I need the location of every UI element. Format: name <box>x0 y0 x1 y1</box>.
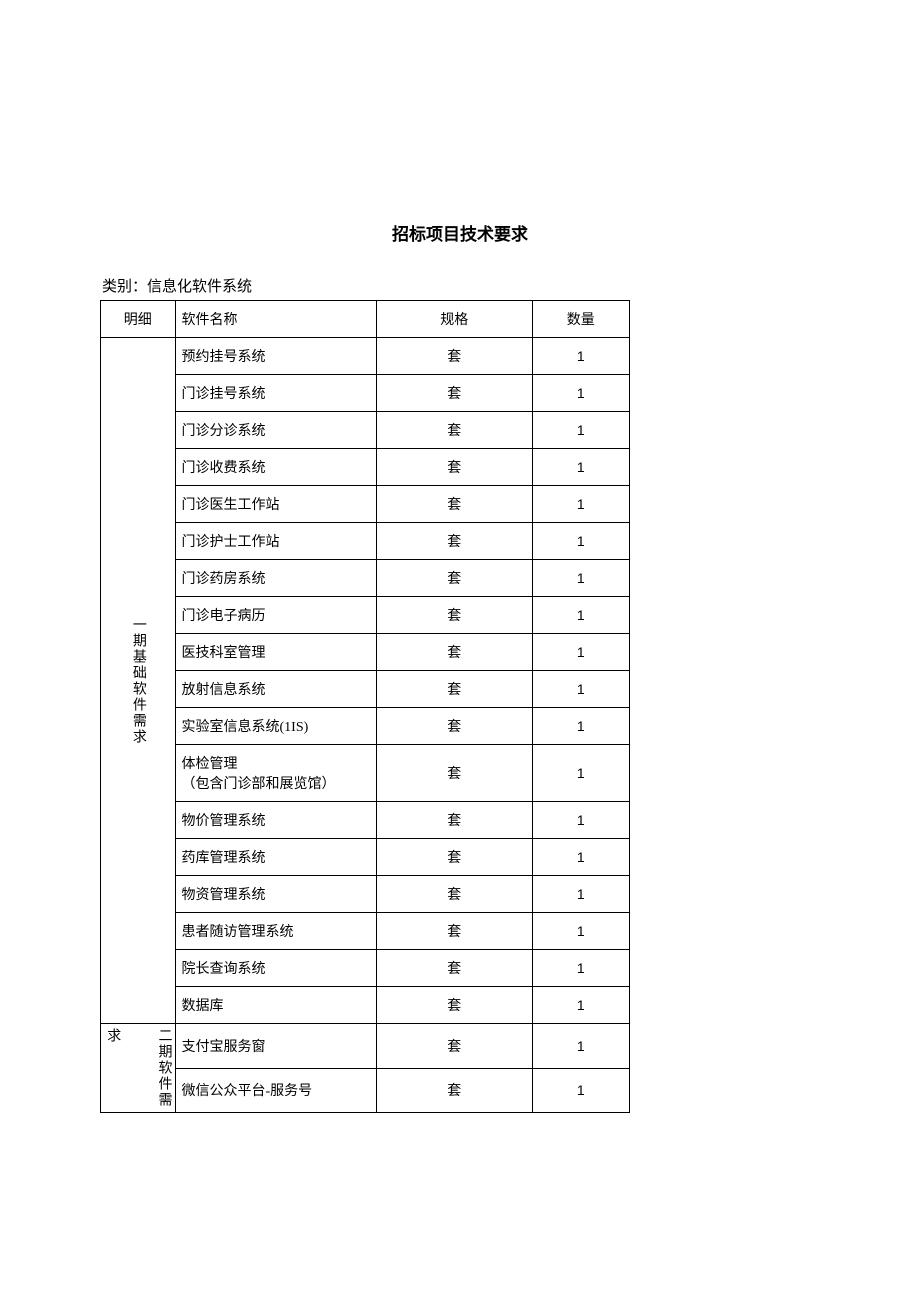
quantity: 1 <box>532 1068 629 1113</box>
table-row: 一期基础软件需求预约挂号系统套1 <box>101 338 630 375</box>
software-name: 院长查询系统 <box>175 950 376 987</box>
table-row: 门诊电子病历套1 <box>101 597 630 634</box>
group-label-phase1: 一期基础软件需求 <box>101 338 176 1024</box>
table-row: 数据库套1 <box>101 987 630 1024</box>
quantity: 1 <box>532 338 629 375</box>
quantity: 1 <box>532 950 629 987</box>
quantity: 1 <box>532 560 629 597</box>
software-name: 预约挂号系统 <box>175 338 376 375</box>
quantity: 1 <box>532 671 629 708</box>
table-row: 院长查询系统套1 <box>101 950 630 987</box>
quantity: 1 <box>532 597 629 634</box>
software-name: 医技科室管理 <box>175 634 376 671</box>
document-page: 招标项目技术要求 类别：信息化软件系统 明细 软件名称 规格 数量 一期基础软件… <box>0 0 920 1173</box>
table-row: 门诊药房系统套1 <box>101 560 630 597</box>
software-name: 实验室信息系统(1IS) <box>175 708 376 745</box>
header-qty: 数量 <box>532 301 629 338</box>
table-row: 求二期软件需支付宝服务窗套1 <box>101 1024 630 1069</box>
quantity: 1 <box>532 913 629 950</box>
spec: 套 <box>376 987 532 1024</box>
spec: 套 <box>376 338 532 375</box>
software-name: 体检管理（包含门诊部和展览馆） <box>175 745 376 802</box>
table-body: 一期基础软件需求预约挂号系统套1门诊挂号系统套1门诊分诊系统套1门诊收费系统套1… <box>101 338 630 1113</box>
spec: 套 <box>376 560 532 597</box>
quantity: 1 <box>532 839 629 876</box>
spec: 套 <box>376 913 532 950</box>
spec: 套 <box>376 950 532 987</box>
software-name: 数据库 <box>175 987 376 1024</box>
table-row: 医技科室管理套1 <box>101 634 630 671</box>
table-row: 物价管理系统套1 <box>101 802 630 839</box>
table-row: 门诊收费系统套1 <box>101 449 630 486</box>
category-line: 类别：信息化软件系统 <box>102 275 820 296</box>
table-row: 门诊分诊系统套1 <box>101 412 630 449</box>
software-name: 门诊挂号系统 <box>175 375 376 412</box>
spec: 套 <box>376 1068 532 1113</box>
quantity: 1 <box>532 449 629 486</box>
header-spec: 规格 <box>376 301 532 338</box>
spec: 套 <box>376 486 532 523</box>
spec: 套 <box>376 708 532 745</box>
quantity: 1 <box>532 375 629 412</box>
table-row: 微信公众平台-服务号套1 <box>101 1068 630 1113</box>
table-row: 门诊医生工作站套1 <box>101 486 630 523</box>
group-label-phase2-left: 求 <box>103 1028 121 1044</box>
spec: 套 <box>376 449 532 486</box>
software-name: 门诊分诊系统 <box>175 412 376 449</box>
quantity: 1 <box>532 412 629 449</box>
table-row: 体检管理（包含门诊部和展览馆）套1 <box>101 745 630 802</box>
software-name: 微信公众平台-服务号 <box>175 1068 376 1113</box>
table-header-row: 明细 软件名称 规格 数量 <box>101 301 630 338</box>
quantity: 1 <box>532 634 629 671</box>
spec: 套 <box>376 412 532 449</box>
software-name: 门诊医生工作站 <box>175 486 376 523</box>
table-row: 药库管理系统套1 <box>101 839 630 876</box>
spec: 套 <box>376 375 532 412</box>
page-title: 招标项目技术要求 <box>100 220 820 245</box>
software-name: 门诊电子病历 <box>175 597 376 634</box>
table-row: 放射信息系统套1 <box>101 671 630 708</box>
spec: 套 <box>376 802 532 839</box>
spec: 套 <box>376 876 532 913</box>
table-row: 患者随访管理系统套1 <box>101 913 630 950</box>
header-detail: 明细 <box>101 301 176 338</box>
spec: 套 <box>376 523 532 560</box>
quantity: 1 <box>532 745 629 802</box>
table-row: 门诊挂号系统套1 <box>101 375 630 412</box>
quantity: 1 <box>532 1024 629 1069</box>
spec: 套 <box>376 597 532 634</box>
quantity: 1 <box>532 523 629 560</box>
table-row: 实验室信息系统(1IS)套1 <box>101 708 630 745</box>
table-row: 物资管理系统套1 <box>101 876 630 913</box>
group-label-phase2-right: 二期软件需 <box>154 1028 172 1108</box>
software-name: 药库管理系统 <box>175 839 376 876</box>
spec: 套 <box>376 671 532 708</box>
group-label-phase2: 求 二期软件需 <box>101 1024 176 1113</box>
table-row: 门诊护士工作站套1 <box>101 523 630 560</box>
requirements-table: 明细 软件名称 规格 数量 一期基础软件需求预约挂号系统套1门诊挂号系统套1门诊… <box>100 300 630 1113</box>
quantity: 1 <box>532 876 629 913</box>
software-name: 门诊药房系统 <box>175 560 376 597</box>
header-name: 软件名称 <box>175 301 376 338</box>
software-name: 门诊收费系统 <box>175 449 376 486</box>
software-name: 患者随访管理系统 <box>175 913 376 950</box>
quantity: 1 <box>532 486 629 523</box>
quantity: 1 <box>532 987 629 1024</box>
quantity: 1 <box>532 708 629 745</box>
software-name: 物资管理系统 <box>175 876 376 913</box>
quantity: 1 <box>532 802 629 839</box>
software-name: 物价管理系统 <box>175 802 376 839</box>
spec: 套 <box>376 745 532 802</box>
software-name: 放射信息系统 <box>175 671 376 708</box>
spec: 套 <box>376 839 532 876</box>
software-name: 支付宝服务窗 <box>175 1024 376 1069</box>
spec: 套 <box>376 1024 532 1069</box>
spec: 套 <box>376 634 532 671</box>
software-name: 门诊护士工作站 <box>175 523 376 560</box>
